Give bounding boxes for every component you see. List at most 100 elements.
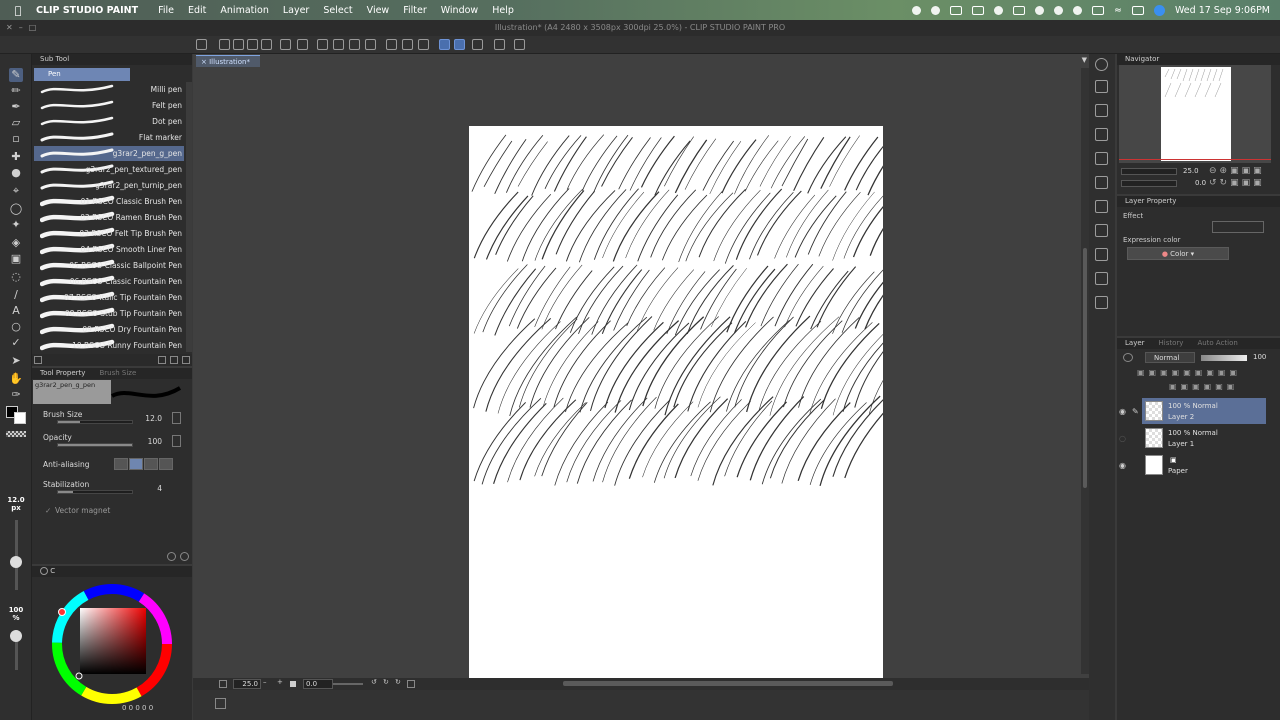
sub-tool-item[interactable]: Dot pen xyxy=(34,114,184,129)
rotation-value[interactable]: 0.0 xyxy=(303,679,333,689)
menu-help[interactable]: Help xyxy=(492,5,514,16)
edit-pen-icon[interactable]: ✎ xyxy=(1132,407,1140,416)
menu-view[interactable]: View xyxy=(367,5,390,16)
clip-studio-icon[interactable] xyxy=(196,39,207,50)
sub-tool-scrollbar[interactable] xyxy=(186,82,192,352)
aa-weak-button[interactable] xyxy=(129,458,143,470)
redo-icon[interactable] xyxy=(297,39,308,50)
zoom-fit-icon[interactable] xyxy=(219,680,227,688)
rotate-reset-icon[interactable]: ↻ xyxy=(395,678,401,686)
sub-tool-item[interactable]: 10.RSCO Runny Fountain Pen xyxy=(34,338,184,353)
text-tool-icon[interactable]: A xyxy=(9,304,23,318)
brush-size-stepper[interactable] xyxy=(172,412,181,424)
blend-mode-dropdown[interactable]: Normal xyxy=(1145,352,1195,363)
layer-row[interactable]: ◉ ✎ 100 % Normal Layer 2 xyxy=(1117,398,1280,424)
airbrush-tool-icon[interactable]: ✚ xyxy=(9,150,23,164)
snap-special-ruler-icon[interactable] xyxy=(454,39,465,50)
navigator-angle-value[interactable]: 0.0 xyxy=(1195,179,1206,187)
layer-row[interactable]: ◉ ▣ Paper xyxy=(1117,452,1280,478)
color-wheel[interactable] xyxy=(46,578,178,710)
zoom-in-icon[interactable]: + xyxy=(277,678,283,686)
navigator-rotation-slider[interactable] xyxy=(1121,180,1177,187)
material-6-icon[interactable] xyxy=(1095,224,1108,237)
frame-border-tool-icon[interactable]: ✓ xyxy=(9,336,23,350)
smartphone-icon[interactable] xyxy=(494,39,505,50)
navigator-zoom-value[interactable]: 25.0 xyxy=(1183,167,1199,175)
figure-tool-icon[interactable]: ◌ xyxy=(9,270,23,284)
zoom-reset-icon[interactable] xyxy=(290,681,296,687)
gradient-tool-icon[interactable]: ▣ xyxy=(9,252,23,266)
sub-tool-item[interactable]: 04.RSCO Smooth Liner Pen xyxy=(34,242,184,257)
stabilization-value[interactable]: 4 xyxy=(136,484,162,493)
new-sub-tool-icon[interactable] xyxy=(158,356,166,364)
menu-filter[interactable]: Filter xyxy=(403,5,427,16)
control-center-icon[interactable] xyxy=(1131,5,1144,15)
zoom-value[interactable]: 25.0 xyxy=(233,679,261,689)
aa-none-button[interactable] xyxy=(114,458,128,470)
canvas-area[interactable]: × Illustration* ▼ 25.0 – + 0.0 ↺ ↻ ↻ xyxy=(193,54,1089,690)
menu-edit[interactable]: Edit xyxy=(188,5,206,16)
battery-icon[interactable] xyxy=(1092,5,1104,15)
material-8-icon[interactable] xyxy=(1095,272,1108,285)
object-tool-icon[interactable]: ⌖ xyxy=(9,184,23,198)
eraser-tool-icon[interactable]: ▱ xyxy=(9,116,23,130)
material-2-icon[interactable] xyxy=(1095,128,1108,141)
brush-size-side-slider[interactable] xyxy=(10,520,22,590)
status-app-icon[interactable] xyxy=(912,5,921,15)
document-tab-close-icon[interactable]: × xyxy=(201,58,207,66)
rotation-slider[interactable] xyxy=(333,683,363,685)
sub-tool-item[interactable]: Flat marker xyxy=(34,130,184,145)
vpn-icon[interactable] xyxy=(1035,5,1044,15)
stabilization-slider[interactable] xyxy=(57,490,133,494)
menu-window[interactable]: Window xyxy=(441,5,478,16)
navigator-tab[interactable]: Navigator xyxy=(1117,54,1280,65)
tab-tool-property[interactable]: Tool Property xyxy=(40,369,85,377)
menu-file[interactable]: File xyxy=(158,5,174,16)
expression-color-dropdown[interactable]: ● Color ▾ xyxy=(1127,247,1229,260)
opacity-stepper[interactable] xyxy=(172,435,181,447)
menu-animation[interactable]: Animation xyxy=(220,5,268,16)
color-tab-c[interactable]: C xyxy=(50,567,55,575)
canvas-vertical-scrollbar[interactable] xyxy=(1081,68,1089,674)
material-5-icon[interactable] xyxy=(1095,200,1108,213)
siri-icon[interactable] xyxy=(1153,4,1165,16)
tab-layer[interactable]: Layer xyxy=(1125,339,1145,347)
open-file-icon[interactable] xyxy=(233,39,244,50)
sub-tool-item[interactable]: Milli pen xyxy=(34,82,184,97)
canvas-paper[interactable] xyxy=(469,126,883,680)
material-7-icon[interactable] xyxy=(1095,248,1108,261)
new-file-icon[interactable] xyxy=(219,39,230,50)
deselect-icon[interactable] xyxy=(386,39,397,50)
display-icon[interactable] xyxy=(1013,5,1025,15)
ruler-tool-icon[interactable]: ∕ xyxy=(9,288,23,302)
sub-tool-item[interactable]: 01.RSCO Classic Brush Pen xyxy=(34,194,184,209)
sub-tool-item[interactable]: 07.RSCO Italic Tip Fountain Pen xyxy=(34,290,184,305)
tab-history[interactable]: History xyxy=(1159,339,1184,347)
tab-auto-action[interactable]: Auto Action xyxy=(1197,339,1237,347)
lasso-tool-icon[interactable]: ◯ xyxy=(9,202,23,216)
snap-ruler-icon[interactable] xyxy=(439,39,450,50)
app-menu[interactable]: CLIP STUDIO PAINT xyxy=(36,5,138,16)
layer-row[interactable]: ○ 100 % Normal Layer 1 xyxy=(1117,425,1280,451)
material-icon[interactable] xyxy=(1095,104,1108,117)
export-icon[interactable] xyxy=(261,39,272,50)
material-4-icon[interactable] xyxy=(1095,176,1108,189)
color-wheel-tab-icon[interactable] xyxy=(40,567,48,575)
layer-toolbar-row-2[interactable]: ▣▣▣▣▣▣ xyxy=(1169,382,1277,392)
zoom-out-icon[interactable]: – xyxy=(263,678,267,686)
sub-tool-item[interactable]: 02.RSCO Ramen Brush Pen xyxy=(34,210,184,225)
opacity-side-slider[interactable] xyxy=(10,630,22,670)
tab-brush-size[interactable]: Brush Size xyxy=(99,369,136,377)
document-tab[interactable]: × Illustration* xyxy=(196,55,260,67)
layer-opacity-slider[interactable] xyxy=(1201,355,1247,361)
sub-color-swatch[interactable] xyxy=(14,412,26,424)
help-icon[interactable] xyxy=(514,39,525,50)
sub-tool-item[interactable]: 06.RSCO Classic Fountain Pen xyxy=(34,274,184,289)
menu-select[interactable]: Select xyxy=(323,5,352,16)
magic-wand-tool-icon[interactable]: ✦ xyxy=(9,218,23,232)
correct-line-tool-icon[interactable]: ➤ xyxy=(9,354,23,368)
sub-tool-tab[interactable]: Sub Tool xyxy=(32,54,192,65)
brush-tool-icon[interactable]: ✒ xyxy=(9,100,23,114)
timer-icon[interactable] xyxy=(1054,5,1063,15)
aa-medium-button[interactable] xyxy=(144,458,158,470)
